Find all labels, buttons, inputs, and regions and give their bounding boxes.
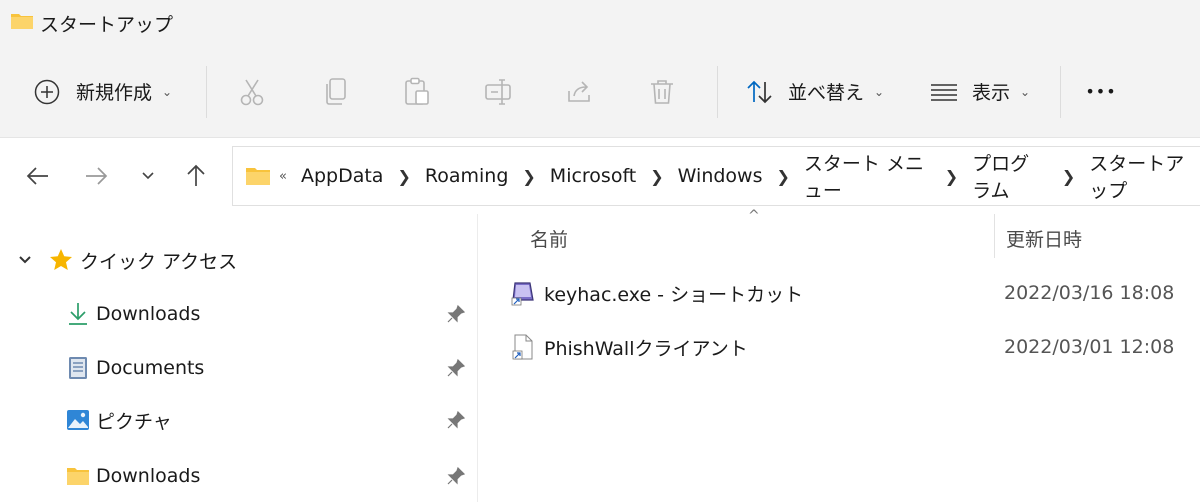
more-icon: ••• [1085, 82, 1117, 101]
pin-icon[interactable] [446, 466, 466, 491]
chevron-down-icon: ⌄ [874, 84, 885, 99]
arrow-left-icon [26, 166, 50, 186]
column-divider[interactable] [994, 214, 995, 258]
breadcrumb-separator-icon[interactable]: ❯ [522, 167, 535, 186]
title-bar: スタートアップ [0, 0, 1200, 46]
arrow-right-icon [84, 166, 108, 186]
sidebar-item-pictures[interactable]: ピクチャ [0, 396, 476, 444]
folder-icon [66, 465, 90, 487]
table-row[interactable]: keyhac.exe - ショートカット 2022/03/16 18:08 [478, 270, 1200, 316]
sort-button-label: 並べ替え [788, 82, 865, 104]
folder-icon [10, 11, 34, 36]
rename-icon [484, 78, 514, 106]
keyhac-shortcut-icon [510, 280, 536, 306]
plus-circle-icon [34, 79, 60, 105]
file-name: PhishWallクライアント [544, 337, 748, 360]
pin-icon[interactable] [446, 358, 466, 383]
pin-icon[interactable] [446, 410, 466, 435]
back-button[interactable] [18, 156, 58, 196]
new-button-label: 新規作成 [76, 82, 153, 104]
pin-icon[interactable] [446, 304, 466, 329]
breadcrumb-programs[interactable]: プログラム [972, 149, 1048, 203]
sidebar-item-label: Downloads [96, 303, 201, 325]
command-bar: 新規作成 ⌄ 並べ替え ⌄ 表示 ⌄ ••• [0, 46, 1200, 138]
view-list-icon [930, 82, 958, 102]
recent-locations-button[interactable] [128, 156, 168, 196]
file-date: 2022/03/01 12:08 [1004, 336, 1175, 358]
view-button[interactable]: 表示 ⌄ [902, 68, 1060, 116]
sort-button[interactable]: 並べ替え ⌄ [718, 68, 902, 116]
file-list: ^ 名前 更新日時 keyhac.exe - ショートカット 2022/03/1… [478, 208, 1200, 502]
breadcrumb-separator-icon[interactable]: ❯ [1062, 167, 1075, 186]
chevron-down-icon [18, 255, 32, 265]
breadcrumb-start-menu[interactable]: スタート メニュー [804, 149, 931, 203]
share-button[interactable] [539, 68, 621, 116]
arrow-up-icon [185, 164, 207, 188]
forward-button[interactable] [76, 156, 116, 196]
overflow-indicator[interactable]: « [279, 169, 287, 184]
sidebar-item-downloads[interactable]: Downloads [0, 290, 476, 338]
breadcrumb-roaming[interactable]: Roaming [425, 165, 509, 187]
sidebar-item-documents[interactable]: Documents [0, 344, 476, 392]
view-button-label: 表示 [972, 82, 1011, 104]
breadcrumb-separator-icon[interactable]: ❯ [650, 167, 663, 186]
pictures-icon [66, 408, 90, 432]
more-options-button[interactable]: ••• [1061, 68, 1141, 116]
breadcrumb-separator-icon[interactable]: ❯ [945, 167, 958, 186]
column-header-label: 名前 [530, 228, 569, 251]
window-title: スタートアップ [40, 13, 174, 36]
folder-icon [245, 165, 271, 187]
chevron-down-icon: ⌄ [1020, 84, 1031, 99]
paste-button[interactable] [375, 68, 459, 116]
up-button[interactable] [176, 156, 216, 196]
documents-icon [66, 355, 90, 381]
trash-icon [649, 78, 675, 106]
copy-button[interactable] [297, 68, 375, 116]
shortcut-file-icon [510, 334, 536, 360]
sidebar-item-label: クイック アクセス [80, 250, 238, 273]
share-icon [566, 79, 594, 105]
rename-button[interactable] [459, 68, 539, 116]
file-date: 2022/03/16 18:08 [1004, 282, 1175, 304]
file-name: keyhac.exe - ショートカット [544, 283, 804, 306]
breadcrumb-separator-icon[interactable]: ❯ [777, 167, 790, 186]
sidebar-item-downloads-folder[interactable]: Downloads [0, 452, 476, 500]
breadcrumb-microsoft[interactable]: Microsoft [550, 165, 636, 187]
cut-button[interactable] [207, 68, 297, 116]
sidebar-item-label: ピクチャ [96, 410, 172, 433]
sidebar-item-label: Documents [96, 357, 205, 379]
address-bar[interactable]: « AppData ❯ Roaming ❯ Microsoft ❯ Window… [232, 146, 1200, 206]
sort-arrows-icon [746, 79, 774, 105]
download-arrow-icon [66, 301, 90, 327]
delete-button[interactable] [621, 68, 703, 116]
chevron-down-icon: ⌄ [162, 84, 173, 99]
breadcrumb-appdata[interactable]: AppData [301, 165, 384, 187]
chevron-down-icon [141, 171, 155, 181]
breadcrumb-separator-icon[interactable]: ❯ [397, 167, 410, 186]
copy-icon [323, 77, 349, 107]
sidebar-item-quick-access[interactable]: クイック アクセス [0, 236, 476, 284]
breadcrumb-startup[interactable]: スタートアップ [1089, 149, 1196, 203]
breadcrumb-windows[interactable]: Windows [678, 165, 763, 187]
column-header-name[interactable]: 名前 [530, 214, 990, 262]
column-header-label: 更新日時 [1006, 228, 1083, 251]
clipboard-icon [403, 77, 431, 107]
star-icon [48, 247, 74, 273]
navigation-pane: クイック アクセス Downloads Documents ピクチャ Downl… [0, 214, 478, 502]
new-button[interactable]: 新規作成 ⌄ [0, 68, 206, 116]
sidebar-item-label: Downloads [96, 465, 201, 487]
column-header-date[interactable]: 更新日時 [1006, 214, 1196, 262]
table-row[interactable]: PhishWallクライアント 2022/03/01 12:08 [478, 324, 1200, 370]
scissors-icon [238, 77, 266, 107]
